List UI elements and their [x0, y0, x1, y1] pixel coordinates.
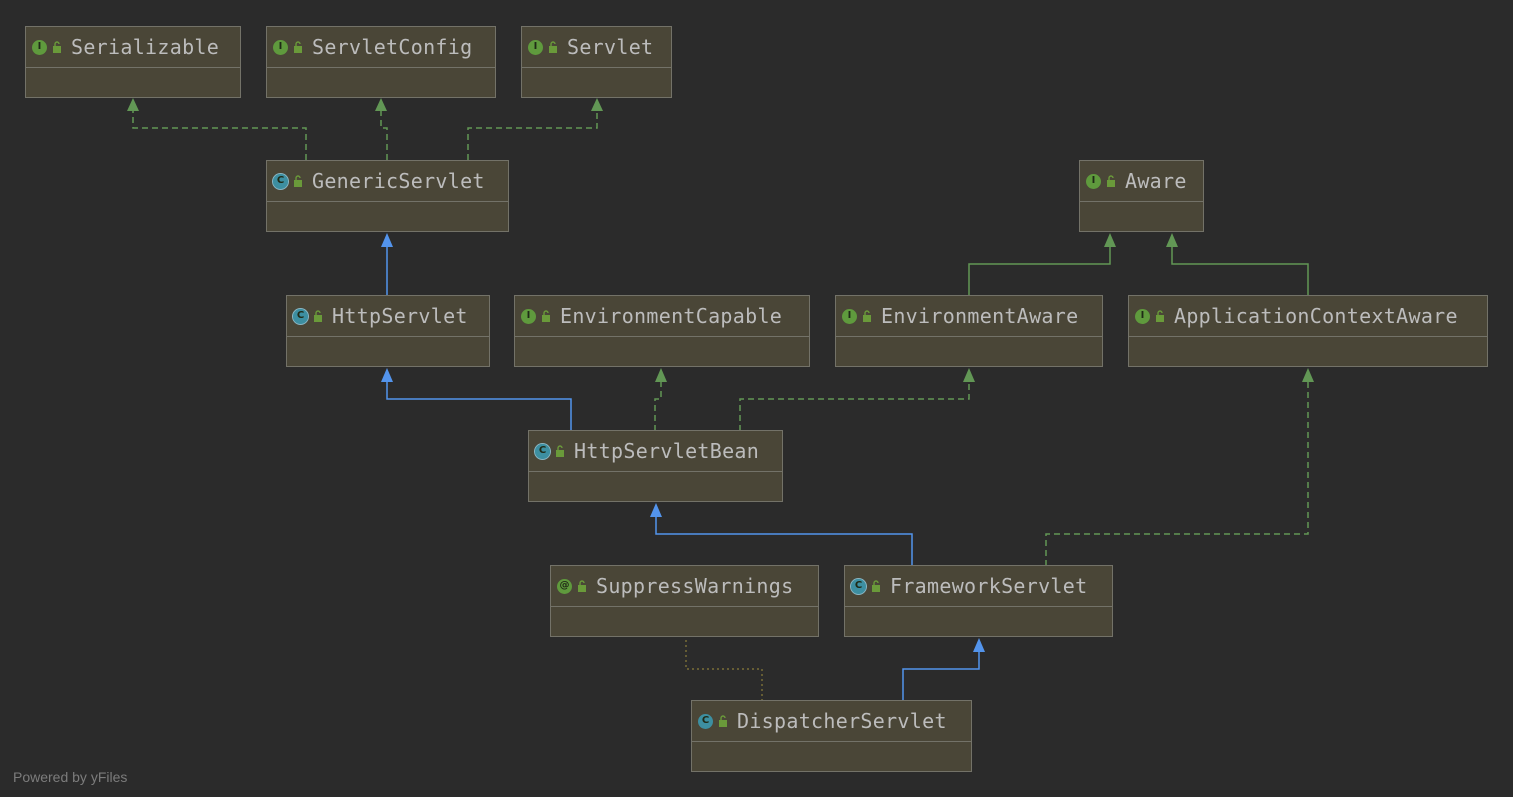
abstract-class-icon: C: [273, 173, 288, 189]
edge-httpservletbean-httpservlet: [381, 368, 572, 431]
abstract-class-icon: C: [293, 308, 308, 324]
node-header: C GenericServlet: [267, 161, 508, 202]
node-name: ServletConfig: [312, 35, 473, 59]
node-header: C HttpServlet: [287, 296, 489, 337]
node-name: EnvironmentCapable: [560, 304, 783, 328]
unlocked-padlock-icon: [314, 310, 322, 322]
edge-frameworkservlet-applicationcontextaware: [1045, 368, 1314, 566]
edges-layer: [127, 98, 1314, 701]
unlocked-padlock-icon: [556, 445, 564, 457]
edge-environmentaware-aware: [968, 233, 1116, 296]
node-serializable[interactable]: I Serializable: [25, 26, 241, 98]
interface-icon: I: [521, 308, 536, 324]
node-header: I Serializable: [26, 27, 240, 68]
annotation-icon: @: [557, 578, 572, 594]
interface-icon: I: [528, 39, 543, 55]
edge-applicationcontextaware-aware: [1166, 233, 1309, 296]
uml-class-diagram: I Serializable I ServletConfig I Servlet…: [0, 0, 1513, 797]
edge-httpservletbean-environmentcapable: [654, 368, 667, 431]
unlocked-padlock-icon: [53, 41, 61, 53]
unlocked-padlock-icon: [863, 310, 871, 322]
interface-icon: I: [842, 308, 857, 324]
node-httpservletbean[interactable]: C HttpServletBean: [528, 430, 783, 502]
edge-httpservletbean-environmentaware: [739, 368, 975, 431]
node-name: EnvironmentAware: [881, 304, 1079, 328]
node-header: C DispatcherServlet: [692, 701, 971, 742]
node-environmentcapable[interactable]: I EnvironmentCapable: [514, 295, 810, 367]
node-httpservlet[interactable]: C HttpServlet: [286, 295, 490, 367]
node-header: I EnvironmentAware: [836, 296, 1102, 337]
unlocked-padlock-icon: [549, 41, 557, 53]
node-suppresswarnings[interactable]: @ SuppressWarnings: [550, 565, 819, 637]
unlocked-padlock-icon: [1107, 175, 1115, 187]
node-servlet[interactable]: I Servlet: [521, 26, 672, 98]
node-header: C HttpServletBean: [529, 431, 782, 472]
node-header: I ServletConfig: [267, 27, 495, 68]
edge-dispatcherservlet-suppresswarnings: [685, 637, 763, 701]
abstract-class-icon: C: [535, 443, 550, 459]
node-name: GenericServlet: [312, 169, 485, 193]
unlocked-padlock-icon: [719, 715, 727, 727]
node-name: Servlet: [567, 35, 654, 59]
edge-httpservlet-genericservlet: [381, 233, 393, 296]
node-name: HttpServletBean: [574, 439, 760, 463]
node-header: I ApplicationContextAware: [1129, 296, 1487, 337]
edge-genericservlet-serializable: [127, 98, 307, 160]
node-aware[interactable]: I Aware: [1079, 160, 1204, 232]
edge-genericservlet-servlet: [467, 98, 603, 160]
node-servletconfig[interactable]: I ServletConfig: [266, 26, 496, 98]
unlocked-padlock-icon: [542, 310, 550, 322]
node-genericservlet[interactable]: C GenericServlet: [266, 160, 509, 232]
node-header: I Servlet: [522, 27, 671, 68]
powered-by-footer: Powered by yFiles: [13, 769, 128, 785]
unlocked-padlock-icon: [1156, 310, 1164, 322]
unlocked-padlock-icon: [294, 41, 302, 53]
node-name: FrameworkServlet: [890, 574, 1088, 598]
node-applicationcontextaware[interactable]: I ApplicationContextAware: [1128, 295, 1488, 367]
edge-genericservlet-servletconfig: [375, 98, 388, 160]
abstract-class-icon: C: [851, 578, 866, 594]
class-icon: C: [698, 713, 713, 729]
node-header: @ SuppressWarnings: [551, 566, 818, 607]
interface-icon: I: [32, 39, 47, 55]
node-dispatcherservlet[interactable]: C DispatcherServlet: [691, 700, 972, 772]
unlocked-padlock-icon: [294, 175, 302, 187]
node-name: Serializable: [71, 35, 220, 59]
node-name: ApplicationContextAware: [1174, 304, 1458, 328]
node-header: I Aware: [1080, 161, 1203, 202]
node-name: SuppressWarnings: [596, 574, 794, 598]
node-frameworkservlet[interactable]: C FrameworkServlet: [844, 565, 1113, 637]
interface-icon: I: [1135, 308, 1150, 324]
interface-icon: I: [273, 39, 288, 55]
node-name: HttpServlet: [332, 304, 468, 328]
node-name: Aware: [1125, 169, 1187, 193]
edge-frameworkservlet-httpservletbean: [650, 503, 913, 566]
node-environmentaware[interactable]: I EnvironmentAware: [835, 295, 1103, 367]
node-header: I EnvironmentCapable: [515, 296, 809, 337]
node-header: C FrameworkServlet: [845, 566, 1112, 607]
edge-dispatcherservlet-frameworkservlet: [902, 638, 985, 701]
unlocked-padlock-icon: [872, 580, 880, 592]
unlocked-padlock-icon: [578, 580, 586, 592]
node-name: DispatcherServlet: [737, 709, 947, 733]
interface-icon: I: [1086, 173, 1101, 189]
